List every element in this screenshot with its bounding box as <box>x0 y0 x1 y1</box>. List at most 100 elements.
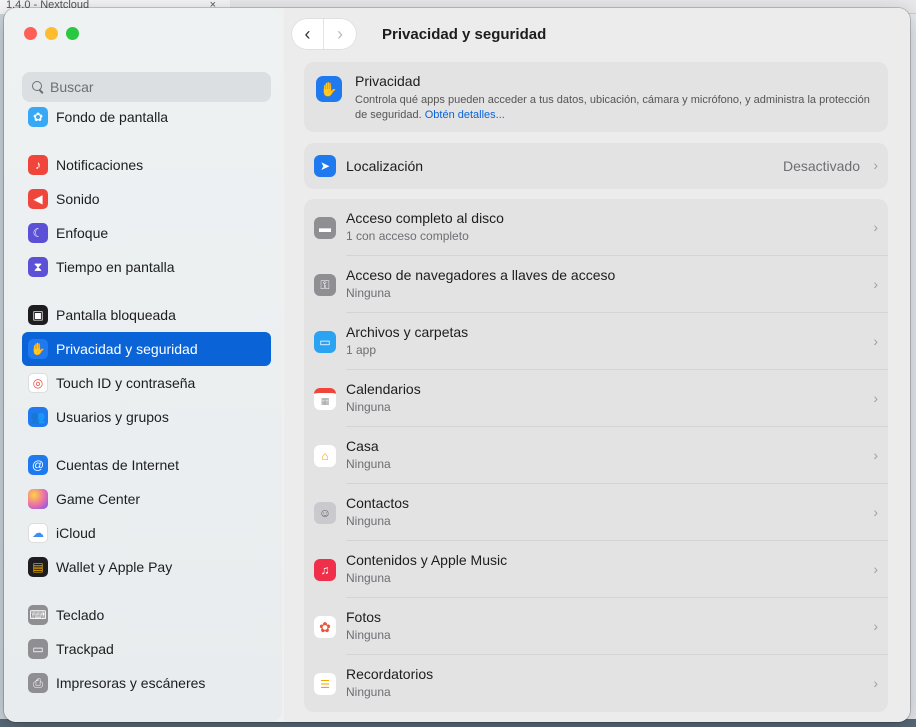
row-subtitle: Ninguna <box>346 685 391 699</box>
row-subtitle: Ninguna <box>346 400 391 414</box>
row-title: Contenidos y Apple Music <box>346 552 508 568</box>
chevron-right-icon: › <box>873 504 878 520</box>
list-item-media-apple-music[interactable]: ♫ Contenidos y Apple Music Ninguna › <box>304 541 888 598</box>
row-title: Archivos y carpetas <box>346 324 469 340</box>
sidebar-item-label: Tiempo en pantalla <box>56 259 175 275</box>
sidebar-item-wallet[interactable]: ▤ Wallet y Apple Pay <box>22 550 271 584</box>
page-title: Privacidad y seguridad <box>382 26 547 43</box>
row-title: Acceso completo al disco <box>346 210 504 226</box>
list-item-files-folders[interactable]: ▭ Archivos y carpetas 1 app › <box>304 313 888 370</box>
list-item-photos[interactable]: ✿ Fotos Ninguna › <box>304 598 888 655</box>
back-button[interactable]: ‹ <box>292 19 324 49</box>
sidebar-item-sound[interactable]: ◀ Sonido <box>22 182 271 216</box>
sidebar-item-icloud[interactable]: ☁ iCloud <box>22 516 271 550</box>
bell-icon: ♪ <box>28 155 48 175</box>
search-input[interactable]: Buscar <box>22 72 271 102</box>
cloud-icon: ☁ <box>28 523 48 543</box>
chevron-right-icon: › <box>873 276 878 292</box>
row-title: Recordatorios <box>346 666 434 682</box>
row-subtitle: Ninguna <box>346 457 391 471</box>
row-title: Contactos <box>346 495 410 511</box>
toolbar: ‹ › Privacidad y seguridad <box>284 8 910 60</box>
privacy-description: Controla qué apps pueden acceder a tus d… <box>355 93 880 123</box>
sidebar-item-keyboard[interactable]: ⌨ Teclado <box>22 598 271 632</box>
location-status: Desactivado <box>782 158 860 174</box>
row-subtitle: 1 app <box>346 343 377 357</box>
main-pane: ‹ › Privacidad y seguridad ✋ Privacidad … <box>284 8 910 722</box>
sidebar-item-label: Pantalla bloqueada <box>56 307 176 323</box>
forward-button[interactable]: › <box>324 19 356 49</box>
list-item-full-disk-access[interactable]: ▬ Acceso completo al disco 1 con acceso … <box>304 199 888 256</box>
sidebar-item-notifications[interactable]: ♪ Notificaciones <box>22 148 271 182</box>
lock-icon: ▣ <box>28 305 48 325</box>
keyboard-icon: ⌨ <box>28 605 48 625</box>
minimize-window-button[interactable] <box>45 27 58 40</box>
zoom-window-button[interactable] <box>66 27 79 40</box>
sidebar-item-wallpaper[interactable]: ✿ Fondo de pantalla <box>22 100 271 134</box>
sidebar-item-touch-id[interactable]: ◎ Touch ID y contraseña <box>22 366 271 400</box>
reminders-icon: ☰ <box>314 673 336 695</box>
sidebar-item-label: Impresoras y escáneres <box>56 675 206 691</box>
sidebar-item-label: Wallet y Apple Pay <box>56 559 173 575</box>
list-item-contacts[interactable]: ☺ Contactos Ninguna › <box>304 484 888 541</box>
sidebar-item-focus[interactable]: ☾ Enfoque <box>22 216 271 250</box>
row-title: Casa <box>346 438 379 454</box>
calendar-icon: ▦ <box>314 388 336 410</box>
row-subtitle: Ninguna <box>346 514 391 528</box>
sidebar-item-label: Game Center <box>56 491 141 507</box>
at-icon: @ <box>28 455 48 475</box>
sidebar-item-label: Cuentas de Internet <box>56 457 179 473</box>
moon-icon: ☾ <box>28 223 48 243</box>
trackpad-icon: ▭ <box>28 639 48 659</box>
location-title: Localización <box>346 158 424 174</box>
music-icon: ♫ <box>314 559 336 581</box>
close-window-button[interactable] <box>24 27 37 40</box>
contacts-icon: ☺ <box>314 502 336 524</box>
history-nav: ‹ › <box>292 19 356 49</box>
row-title: Acceso de navegadores a llaves de acceso <box>346 267 616 283</box>
window-controls <box>24 27 79 40</box>
sidebar-item-label: Touch ID y contraseña <box>56 375 196 391</box>
hourglass-icon: ⧗ <box>28 257 48 277</box>
hand-icon: ✋ <box>28 339 48 359</box>
passkey-icon: ⚿ <box>314 274 336 296</box>
wallpaper-icon: ✿ <box>28 107 48 127</box>
list-item-calendars[interactable]: ▦ Calendarios Ninguna › <box>304 370 888 427</box>
sidebar-item-screen-time[interactable]: ⧗ Tiempo en pantalla <box>22 250 271 284</box>
sidebar: Buscar ✿ Fondo de pantalla ♪ Notificacio… <box>4 8 282 722</box>
sidebar-item-label: Fondo de pantalla <box>56 109 169 125</box>
sidebar-item-printers[interactable]: ⎙ Impresoras y escáneres <box>22 666 271 700</box>
row-title: Fotos <box>346 609 382 625</box>
chevron-right-icon: › <box>873 333 878 349</box>
learn-more-link[interactable]: Obtén detalles... <box>425 109 505 121</box>
location-row[interactable]: ➤ Localización Desactivado › <box>304 143 888 189</box>
sidebar-item-label: Privacidad y seguridad <box>56 341 198 357</box>
sidebar-item-privacy[interactable]: ✋ Privacidad y seguridad <box>22 332 271 366</box>
game-center-icon <box>28 489 48 509</box>
row-title: Calendarios <box>346 381 421 397</box>
sidebar-item-internet-accounts[interactable]: @ Cuentas de Internet <box>22 448 271 482</box>
sidebar-item-users[interactable]: 👥 Usuarios y grupos <box>22 400 271 434</box>
chevron-right-icon: › <box>873 390 878 406</box>
sidebar-item-label: Sonido <box>56 191 100 207</box>
sidebar-item-trackpad[interactable]: ▭ Trackpad <box>22 632 271 666</box>
sidebar-nav: ✿ Fondo de pantalla ♪ Notificaciones ◀ S… <box>22 100 271 700</box>
disk-icon: ▬ <box>314 217 336 239</box>
row-subtitle: Ninguna <box>346 286 391 300</box>
chevron-right-icon: › <box>873 675 878 691</box>
sidebar-item-label: Trackpad <box>56 641 114 657</box>
sidebar-item-label: Enfoque <box>56 225 109 241</box>
sidebar-item-game-center[interactable]: Game Center <box>22 482 271 516</box>
search-placeholder: Buscar <box>50 79 94 95</box>
printer-icon: ⎙ <box>28 673 48 693</box>
chevron-right-icon: › <box>873 219 878 235</box>
chevron-right-icon: › <box>873 447 878 463</box>
list-item-browser-passkeys[interactable]: ⚿ Acceso de navegadores a llaves de acce… <box>304 256 888 313</box>
list-item-reminders[interactable]: ☰ Recordatorios Ninguna › <box>304 655 888 712</box>
location-arrow-icon: ➤ <box>314 155 336 177</box>
sidebar-item-lock-screen[interactable]: ▣ Pantalla bloqueada <box>22 298 271 332</box>
sidebar-item-label: Teclado <box>56 607 105 623</box>
chevron-right-icon: › <box>873 157 878 173</box>
speaker-icon: ◀ <box>28 189 48 209</box>
list-item-home[interactable]: ⌂ Casa Ninguna › <box>304 427 888 484</box>
